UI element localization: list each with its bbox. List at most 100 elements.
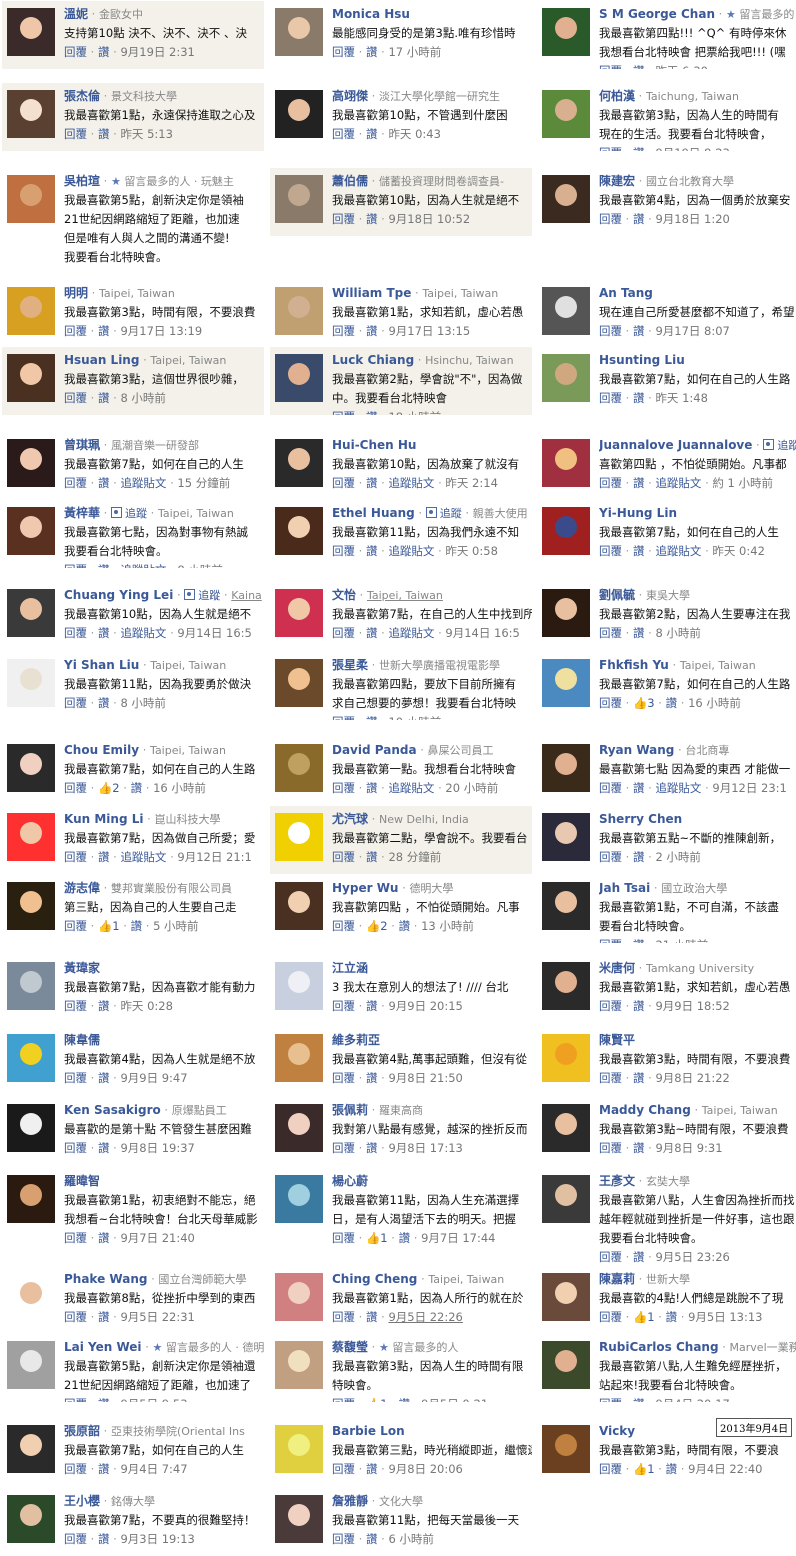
like-icon[interactable]: 👍 [366, 919, 380, 933]
avatar[interactable] [275, 175, 323, 223]
comment-timestamp[interactable]: 約 1 小時前 [712, 476, 773, 490]
follow-posts-link[interactable]: 追蹤貼文 [120, 626, 166, 640]
avatar[interactable] [7, 1104, 55, 1152]
like-link[interactable]: 讚 [98, 563, 110, 568]
like-link[interactable]: 讚 [98, 626, 110, 640]
like-link[interactable]: 讚 [98, 45, 110, 59]
avatar[interactable] [542, 90, 590, 138]
reply-link[interactable]: 回覆 [599, 64, 622, 69]
like-link[interactable]: 讚 [633, 391, 645, 405]
commenter-name[interactable]: 江立涵 [332, 961, 368, 975]
reply-link[interactable]: 回覆 [64, 781, 87, 795]
commenter-name[interactable]: 詹雅靜 [332, 1494, 368, 1508]
reply-link[interactable]: 回覆 [332, 626, 355, 640]
comment-timestamp[interactable]: 昨天 0:42 [712, 544, 764, 558]
like-count[interactable]: 1 [380, 1231, 387, 1245]
avatar[interactable] [542, 744, 590, 792]
like-icon[interactable]: 👍 [633, 1462, 647, 1476]
follow-posts-link[interactable]: 追蹤貼文 [655, 544, 701, 558]
commenter-name[interactable]: 黃瑋家 [64, 961, 100, 975]
comment-timestamp[interactable]: 9月5日 13:13 [688, 1310, 762, 1324]
like-link[interactable]: 讚 [366, 1310, 378, 1324]
like-link[interactable]: 讚 [98, 850, 110, 864]
reply-link[interactable]: 回覆 [64, 563, 87, 568]
comment-timestamp[interactable]: 8 小時前 [655, 626, 700, 640]
comment-timestamp[interactable]: 9月4日 7:47 [120, 1462, 187, 1476]
avatar[interactable] [275, 8, 323, 56]
follow-link[interactable]: 追蹤 [125, 507, 147, 520]
like-link[interactable]: 讚 [399, 919, 411, 933]
avatar[interactable] [275, 1273, 323, 1321]
avatar[interactable] [542, 813, 590, 861]
comment-timestamp[interactable]: 9月9日 9:47 [120, 1071, 187, 1085]
like-count[interactable]: 1 [647, 1462, 654, 1476]
commenter-name[interactable]: Jah Tsai [599, 881, 650, 895]
commenter-name[interactable]: Kun Ming Li [64, 812, 143, 826]
avatar[interactable] [542, 589, 590, 637]
commenter-name[interactable]: 張杰倫 [64, 89, 100, 103]
avatar[interactable] [542, 1273, 590, 1321]
commenter-name[interactable]: Yi Shan Liu [64, 658, 139, 672]
reply-link[interactable]: 回覆 [332, 850, 355, 864]
commenter-name[interactable]: Hyper Wu [332, 881, 398, 895]
reply-link[interactable]: 回覆 [64, 696, 87, 710]
avatar[interactable] [275, 1175, 323, 1223]
reply-link[interactable]: 回覆 [599, 1071, 622, 1085]
commenter-name[interactable]: 王小櫻 [64, 1494, 100, 1508]
comment-timestamp[interactable]: 9月18日 1:20 [655, 212, 729, 226]
comment-timestamp[interactable]: 9月19日 2:31 [120, 45, 194, 59]
comment-timestamp[interactable]: 13 小時前 [421, 919, 474, 933]
comment-timestamp[interactable]: 5 小時前 [153, 919, 198, 933]
like-link[interactable]: 讚 [633, 850, 645, 864]
like-link[interactable]: 讚 [366, 544, 378, 558]
avatar[interactable] [542, 659, 590, 707]
avatar[interactable] [275, 287, 323, 335]
comment-timestamp[interactable]: 20 小時前 [445, 781, 498, 795]
reply-link[interactable]: 回覆 [599, 850, 622, 864]
reply-link[interactable]: 回覆 [332, 1071, 355, 1085]
comment-timestamp[interactable]: 9月8日 21:22 [655, 1071, 729, 1085]
commenter-name[interactable]: Hsunting Liu [599, 353, 685, 367]
like-link[interactable]: 讚 [633, 1397, 645, 1402]
comment-timestamp[interactable]: 9月3日 19:13 [120, 1532, 194, 1546]
avatar[interactable] [275, 354, 323, 402]
avatar[interactable] [275, 1104, 323, 1152]
avatar[interactable] [275, 589, 323, 637]
commenter-name[interactable]: 游志偉 [64, 881, 100, 895]
commenter-name[interactable]: 何柏漢 [599, 89, 635, 103]
like-link[interactable]: 讚 [131, 781, 143, 795]
avatar[interactable] [542, 962, 590, 1010]
like-icon[interactable]: 👍 [633, 696, 647, 710]
reply-link[interactable]: 回覆 [332, 45, 355, 59]
comment-timestamp[interactable]: 昨天 5:13 [120, 127, 172, 141]
like-link[interactable]: 讚 [633, 324, 645, 338]
follow-link[interactable]: 追蹤 [777, 439, 796, 452]
comment-timestamp[interactable]: 9月12日 23:1 [712, 781, 786, 795]
like-icon[interactable]: 👍 [366, 1231, 380, 1245]
comment-timestamp[interactable]: 17 小時前 [388, 45, 441, 59]
reply-link[interactable]: 回覆 [332, 1397, 355, 1402]
commenter-name[interactable]: Barbie Lon [332, 1424, 405, 1438]
like-link[interactable]: 讚 [98, 1231, 110, 1245]
reply-link[interactable]: 回覆 [599, 1141, 622, 1155]
avatar[interactable] [7, 1034, 55, 1082]
like-link[interactable]: 讚 [633, 212, 645, 226]
reply-link[interactable]: 回覆 [599, 1462, 622, 1476]
avatar[interactable] [542, 287, 590, 335]
reply-link[interactable]: 回覆 [332, 324, 355, 338]
avatar[interactable] [275, 1495, 323, 1543]
follow-link[interactable]: 追蹤 [440, 507, 462, 520]
like-count[interactable]: 1 [112, 919, 119, 933]
commenter-name[interactable]: Ethel Huang [332, 506, 415, 520]
avatar[interactable] [7, 659, 55, 707]
reply-link[interactable]: 回覆 [332, 476, 355, 490]
avatar[interactable] [275, 744, 323, 792]
commenter-name[interactable]: Lai Yen Wei [64, 1340, 142, 1354]
avatar[interactable] [7, 744, 55, 792]
like-link[interactable]: 讚 [633, 476, 645, 490]
avatar[interactable] [542, 175, 590, 223]
reply-link[interactable]: 回覆 [599, 324, 622, 338]
avatar[interactable] [275, 962, 323, 1010]
follow-posts-link[interactable]: 追蹤貼文 [655, 781, 701, 795]
comment-timestamp[interactable]: 9月4日 20:17 [655, 1397, 729, 1402]
